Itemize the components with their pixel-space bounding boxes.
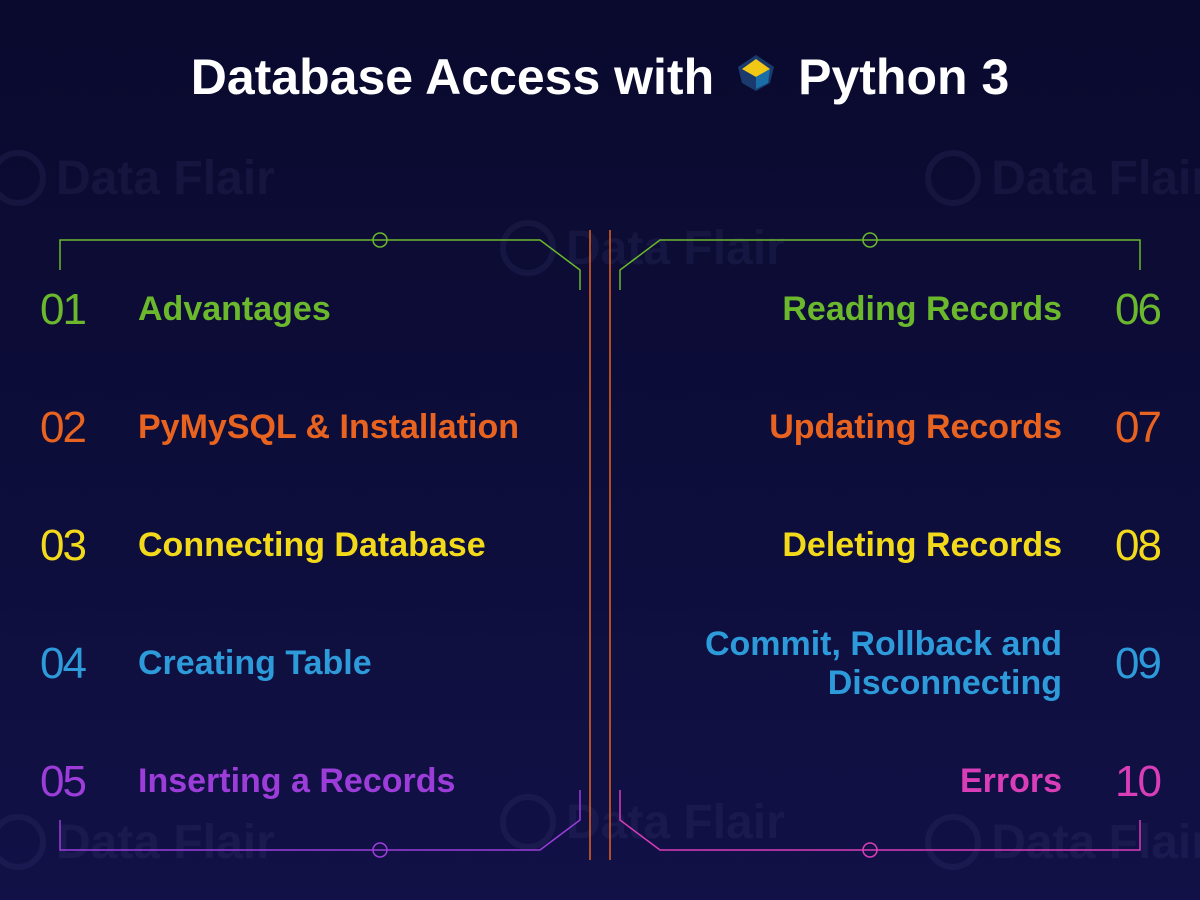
item-label: Connecting Database [120,526,560,565]
title-left: Database Access with [191,48,714,106]
list-item: 05 Inserting a Records [40,752,560,812]
list-item: 03 Connecting Database [40,516,560,576]
item-label: Updating Records [640,408,1080,447]
item-number: 06 [1080,285,1160,335]
list-item: 07 Updating Records [640,398,1160,458]
topics-diagram: 01 Advantages 02 PyMySQL & Installation … [40,230,1160,860]
list-item: 06 Reading Records [640,280,1160,340]
item-number: 01 [40,285,120,335]
list-item: 01 Advantages [40,280,560,340]
item-label: PyMySQL & Installation [120,408,560,447]
item-label: Deleting Records [640,526,1080,565]
item-number: 05 [40,757,120,807]
list-item: 02 PyMySQL & Installation [40,398,560,458]
item-label: Advantages [120,290,560,329]
item-label: Inserting a Records [120,762,560,801]
item-label: Commit, Rollback and Disconnecting [640,625,1080,703]
title-right: Python 3 [798,48,1009,106]
watermark: Data Flair [925,150,1200,206]
item-label: Creating Table [120,644,560,683]
page-header: Database Access with Python 3 [0,0,1200,106]
item-number: 02 [40,403,120,453]
item-number: 07 [1080,403,1160,453]
list-item: 08 Deleting Records [640,516,1160,576]
item-number: 04 [40,639,120,689]
list-item: 04 Creating Table [40,634,560,694]
item-number: 10 [1080,757,1160,807]
list-item: 10 Errors [640,752,1160,812]
list-item: 09 Commit, Rollback and Disconnecting [640,634,1160,694]
item-number: 03 [40,521,120,571]
watermark: Data Flair [0,150,275,206]
item-number: 09 [1080,639,1160,689]
right-column: 06 Reading Records 07 Updating Records 0… [640,280,1160,812]
left-column: 01 Advantages 02 PyMySQL & Installation … [40,280,560,812]
item-label: Reading Records [640,290,1080,329]
item-number: 08 [1080,521,1160,571]
python-logo-icon [732,53,780,101]
item-label: Errors [640,762,1080,801]
